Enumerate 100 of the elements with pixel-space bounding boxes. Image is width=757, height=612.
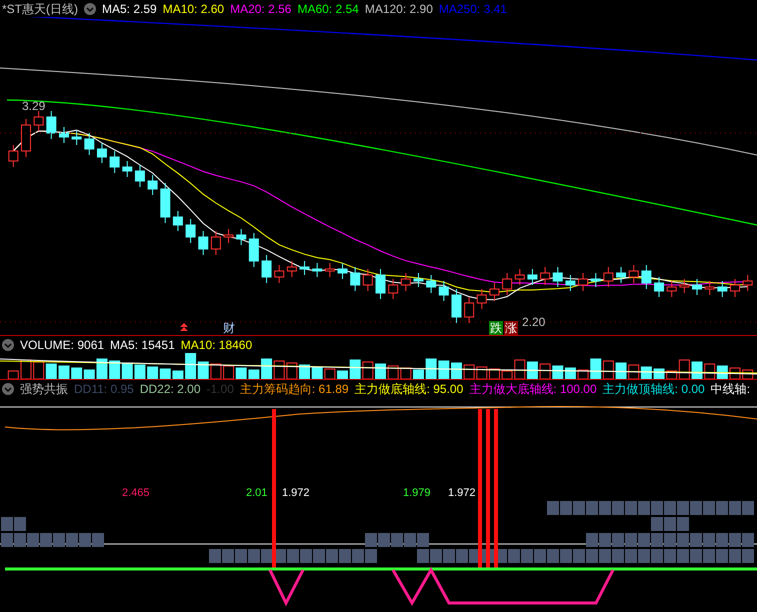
volume-bar — [33, 362, 44, 379]
legend-value: DD22: 2.00 — [140, 380, 201, 398]
candlestick — [413, 272, 424, 288]
candlestick — [692, 278, 702, 296]
volume-bar — [46, 364, 57, 379]
candlestick — [717, 280, 728, 298]
candlestick — [426, 274, 436, 294]
volume-bar — [58, 366, 70, 379]
candlestick — [236, 228, 246, 246]
volume-bar — [223, 366, 234, 379]
candlestick — [502, 272, 512, 296]
volume-bar — [312, 366, 323, 379]
value-label: 2.01 — [246, 486, 268, 501]
volume-bar — [564, 368, 576, 379]
candlestick — [451, 288, 462, 324]
legend-value: VOLUME: 9061 — [20, 336, 104, 354]
candlestick — [489, 282, 500, 302]
legend-value: 主力筹码趋向: 61.89 — [240, 380, 349, 398]
legend-value: 主力做顶轴线: 0.00 — [602, 380, 705, 398]
candlestick — [160, 182, 170, 224]
legend-value: MA250: 3.41 — [438, 0, 507, 18]
high-price-label: 3.29 — [21, 98, 46, 115]
candlestick — [679, 278, 690, 294]
candlestick — [476, 288, 487, 310]
volume-bar — [236, 368, 247, 379]
low-price-label: 2.20 — [521, 315, 546, 329]
volume-bar — [71, 368, 82, 379]
volume-bar — [248, 370, 260, 379]
candlestick — [21, 118, 31, 158]
volume-bar — [286, 362, 298, 379]
legend-value: MA120: 2.90 — [364, 0, 433, 18]
candlestick — [300, 260, 310, 276]
volume-bar — [172, 370, 184, 379]
candlestick — [464, 296, 474, 324]
legend-value: MA10: 18460 — [180, 336, 252, 354]
candlestick — [312, 262, 322, 278]
candlestick — [324, 262, 335, 278]
candlestick — [388, 278, 398, 300]
candlestick — [616, 266, 626, 284]
candlestick — [274, 264, 284, 284]
candlestick — [262, 254, 272, 284]
volume-bar — [109, 360, 120, 379]
candlestick — [96, 142, 107, 164]
volume-bar — [450, 362, 462, 379]
candlestick — [286, 260, 297, 278]
volume-bar — [299, 364, 310, 379]
stock-title: *ST惠天(日线) — [2, 0, 78, 18]
candlestick — [590, 272, 601, 288]
value-label: 2.465 — [122, 486, 150, 501]
candlestick — [338, 262, 348, 280]
volume-bar — [692, 362, 703, 379]
volume-bar — [375, 364, 386, 379]
volume-bar — [476, 366, 488, 379]
candlestick — [704, 280, 715, 296]
candlestick — [565, 274, 576, 292]
volume-bar — [274, 360, 285, 379]
volume-bar — [540, 364, 551, 379]
candlestick — [46, 110, 56, 140]
chart-marker: 财 — [222, 321, 236, 335]
value-label: 1.979 — [403, 486, 431, 501]
volume-bar — [8, 370, 19, 379]
collapse-icon[interactable] — [2, 382, 14, 394]
legend-value: MA5: 2.59 — [102, 0, 157, 18]
legend-value: 主力做底轴线: 95.00 — [354, 380, 464, 398]
candlestick — [210, 230, 221, 256]
candlestick — [34, 110, 44, 132]
legend-value: MA20: 2.56 — [230, 0, 292, 18]
candlestick — [84, 132, 94, 156]
indicator-title: 强势共振 — [20, 380, 68, 398]
candlestick — [514, 268, 525, 286]
value-label: 1.972 — [448, 486, 476, 501]
legend-value: MA5: 15451 — [110, 336, 175, 354]
candlestick — [376, 268, 386, 300]
volume-bar — [122, 362, 133, 379]
volume-bar — [438, 360, 450, 379]
chart-marker: 跌 — [489, 321, 503, 335]
value-label: 1.972 — [282, 486, 310, 501]
volume-bar — [324, 368, 336, 379]
volume-bar — [388, 366, 399, 379]
candlestick — [172, 210, 183, 232]
candlestick — [730, 278, 740, 298]
volume-bar — [412, 370, 424, 379]
legend-value: DD11: 0.95 — [74, 380, 134, 398]
collapse-icon[interactable] — [84, 2, 96, 14]
candlestick — [72, 130, 82, 146]
candlestick — [438, 280, 449, 302]
collapse-icon[interactable] — [2, 338, 14, 350]
candlestick — [186, 218, 196, 244]
volume-bar — [134, 364, 146, 379]
volume-bar — [147, 366, 158, 379]
volume-bar — [526, 362, 538, 379]
candlestick — [578, 272, 588, 292]
candlestick — [122, 160, 132, 178]
legend-value: 中线轴: — [710, 380, 750, 398]
volume-bar — [464, 364, 475, 379]
candlestick — [400, 272, 411, 292]
chart-marker: 涨 — [504, 321, 518, 335]
volume-bar — [210, 364, 222, 379]
candlestick — [540, 266, 550, 286]
candlestick — [362, 268, 373, 292]
